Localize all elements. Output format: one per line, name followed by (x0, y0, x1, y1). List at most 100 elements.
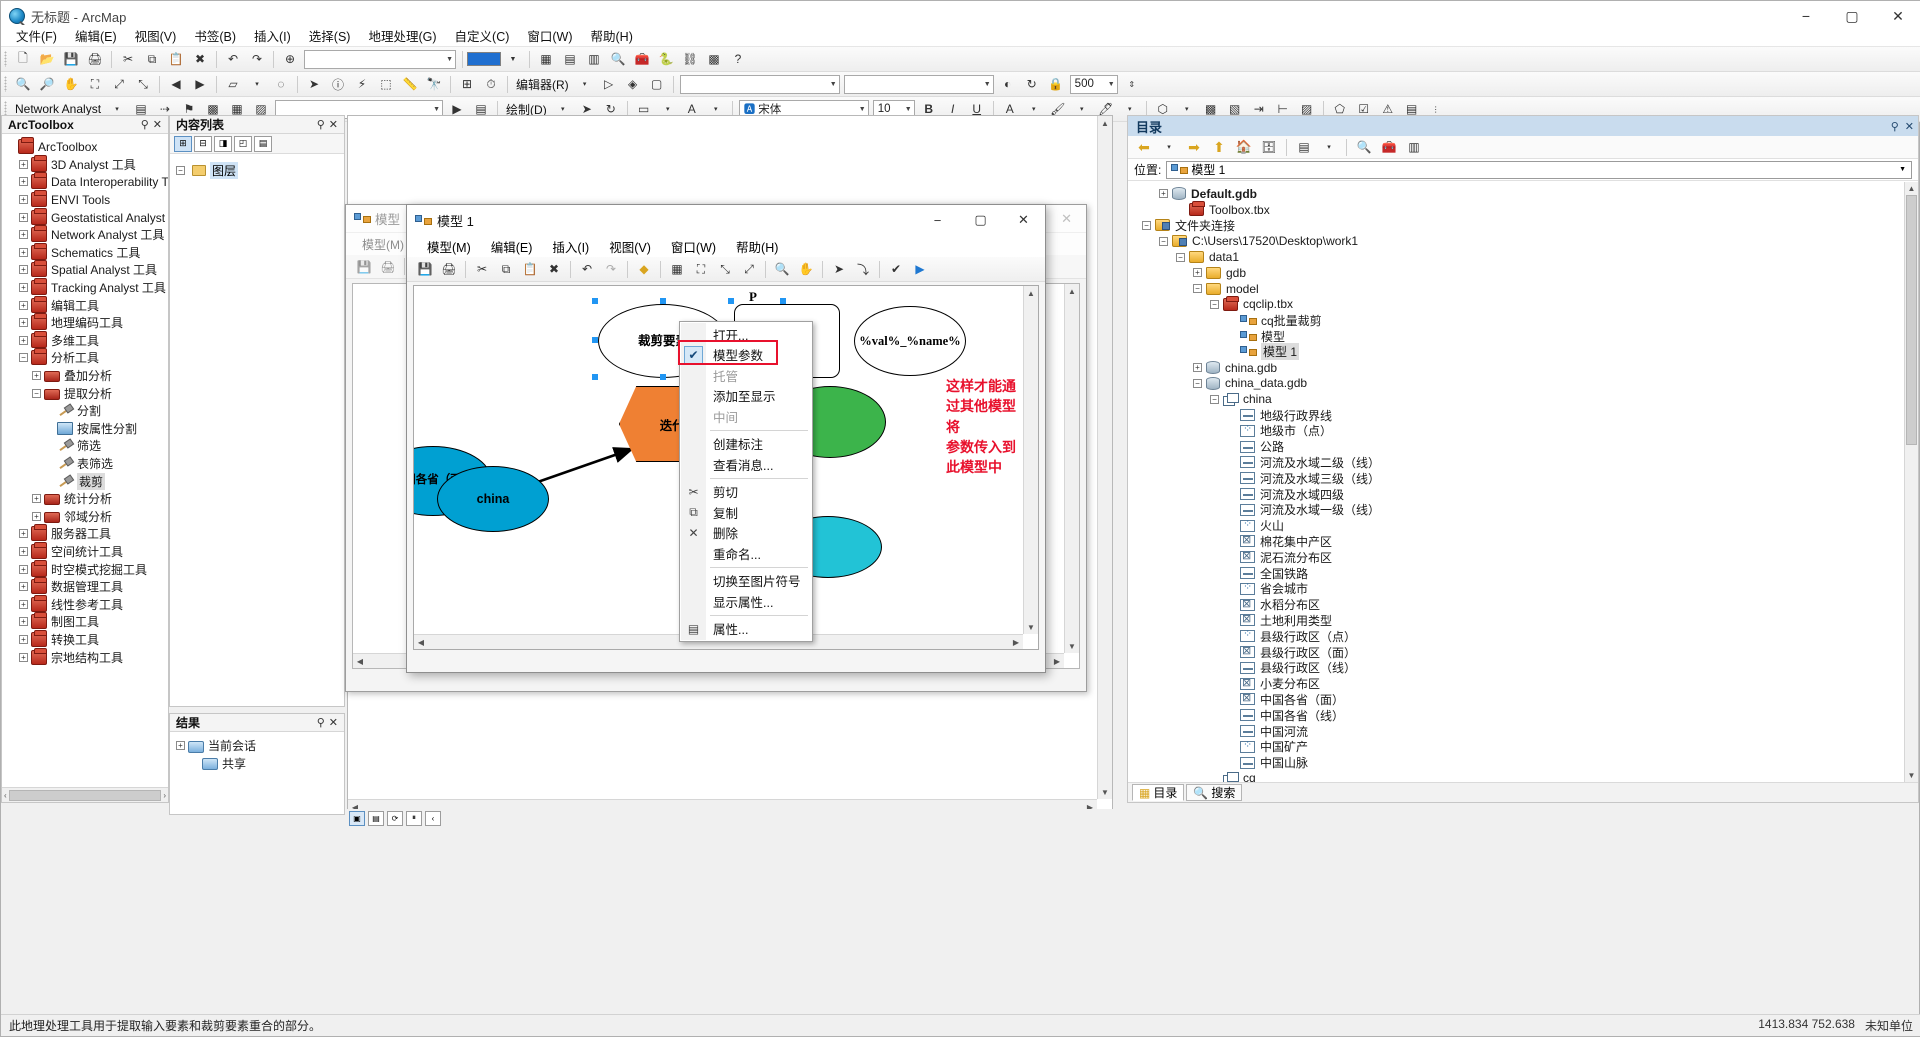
catalog-vscrollbar[interactable]: ▲ ▼ (1904, 182, 1918, 782)
menu-item-5[interactable]: 选择(S) (300, 24, 360, 47)
zoom-out-icon[interactable]: 🔎 (36, 74, 58, 95)
modelbuilder-icon[interactable]: ⛓ (679, 49, 701, 70)
expander-icon[interactable]: + (1193, 363, 1202, 373)
toolbox-tree-item[interactable]: − 分析工具 (2, 348, 168, 367)
selection-handle[interactable] (592, 337, 598, 343)
copy-icon[interactable]: ⧉ (495, 259, 517, 280)
toolbar-grip[interactable] (4, 51, 7, 67)
refresh-view-button[interactable]: ⟳ (387, 810, 403, 826)
catalog-tree-item[interactable]: 泥石流分布区 (1136, 549, 1904, 565)
context-menu-item-14[interactable]: 切换至图片符号 (680, 571, 812, 592)
expander-icon[interactable]: − (32, 388, 41, 398)
context-menu-item-15[interactable]: 显示属性... (680, 591, 812, 612)
toolbox-tree-item[interactable]: + 叠加分析 (2, 367, 168, 385)
catalog-tree-item[interactable]: 棉花集中产区 (1136, 533, 1904, 550)
context-menu-item-10[interactable]: ⧉ 复制 (680, 502, 812, 523)
close-icon[interactable]: ✕ (329, 118, 338, 131)
expander-icon[interactable]: + (32, 511, 41, 521)
menu-item-4[interactable]: 插入(I) (245, 24, 300, 47)
home-icon[interactable]: 🏠 (1233, 137, 1255, 158)
toolbox-tree-item[interactable]: +3D Analyst 工具 (2, 154, 168, 174)
toolbox-tree-item[interactable]: + 邻域分析 (2, 507, 168, 525)
toolbox-tree-item[interactable]: 表筛选 (2, 455, 168, 473)
edit-tool-icon[interactable]: ▷ (598, 74, 620, 95)
catalog-tree-item[interactable]: 小麦分布区 (1136, 676, 1904, 692)
toc-tab-2[interactable]: ◨ (214, 135, 232, 152)
python-icon[interactable]: 🐍 (655, 49, 677, 70)
add-data-icon[interactable]: ⊕ (279, 49, 301, 70)
select-features-icon[interactable]: ▱ (222, 74, 244, 95)
context-menu-item-11[interactable]: ✕ 删除 (680, 523, 812, 544)
pin-icon[interactable]: ⚲ (1891, 120, 1899, 133)
color-dropdown-icon[interactable]: ▼ (502, 49, 524, 70)
catalog-tree-item[interactable]: 河流及水域三级（线） (1136, 470, 1904, 486)
new-map-icon[interactable]: 🗋 (12, 49, 34, 70)
expander-icon[interactable]: + (19, 177, 28, 187)
model-back-close-icon[interactable]: ✕ (1061, 211, 1086, 227)
toolbox-tree-item[interactable]: + 宗地结构工具 (2, 647, 168, 666)
transparency-icon[interactable]: ◐ (997, 74, 1019, 95)
time-slider-icon[interactable]: ⏱ (480, 74, 502, 95)
model-maximize-button[interactable]: ▢ (959, 205, 1002, 235)
identify-icon[interactable]: ⓘ (327, 74, 349, 95)
catalog-tree-item[interactable]: − C:\Users\17520\Desktop\work1 (1136, 233, 1904, 249)
hyperlink-icon[interactable]: ⚡ (351, 74, 373, 95)
model-menu-item-4[interactable]: 窗口(W) (661, 236, 726, 257)
open-icon[interactable]: 📂 (36, 49, 58, 70)
model-element-context-menu[interactable]: 打开... ✔ 模型参数 托管 添加至显示 中间 创建标注 查看消息... ✂ 剪切 ⧉ 复制 ✕ 删除重… (679, 321, 813, 642)
auto-layout-icon[interactable]: ▦ (666, 259, 688, 280)
toolbox-tree-item[interactable]: + 统计分析 (2, 490, 168, 508)
catalog-tree-item[interactable]: 县级行政区（线） (1136, 660, 1904, 676)
zoom-out-icon[interactable]: ⤡ (714, 259, 736, 280)
paste-icon[interactable]: 📋 (519, 259, 541, 280)
expander-icon[interactable]: + (19, 300, 28, 310)
catalog-tree-item[interactable]: 中国各省（线） (1136, 707, 1904, 723)
pin-icon[interactable]: ⚲ (317, 716, 325, 729)
context-menu-item-12[interactable]: 重命名... (680, 543, 812, 564)
contents-dropdown-icon[interactable]: ▾ (1318, 137, 1340, 158)
grid-icon[interactable]: ▩ (703, 49, 725, 70)
toolbox-tree-item[interactable]: + 多维工具 (2, 330, 168, 350)
go-next-extent-icon[interactable]: ▶ (189, 74, 211, 95)
catalog-tree-item[interactable]: 中国河流 (1136, 723, 1904, 739)
fixed-zoom-in-icon[interactable]: ⤢ (108, 74, 130, 95)
previous-view-button[interactable]: ‹ (425, 810, 441, 826)
expander-icon[interactable]: − (1193, 284, 1202, 294)
save-icon[interactable]: 💾 (414, 259, 436, 280)
catalog-tree-item[interactable]: − cqclip.tbx (1136, 295, 1904, 313)
toggle-contents-panel-icon[interactable]: ▤ (1293, 137, 1315, 158)
toolbox-tree-item[interactable]: 裁剪 (2, 472, 168, 490)
context-menu-item-17[interactable]: ▤ 属性... (680, 619, 812, 640)
delete-icon[interactable]: ✖ (543, 259, 565, 280)
results-tree[interactable]: + 当前会话 共享 (170, 732, 344, 777)
undo-icon[interactable]: ↶ (576, 259, 598, 280)
zoom-in-icon[interactable]: ⤢ (738, 259, 760, 280)
toolbox-tree-item[interactable]: + 数据管理工具 (2, 577, 168, 596)
toolbox-tree-item[interactable]: + Data Interoperability Too (2, 172, 168, 191)
measure-icon[interactable]: 📏 (399, 74, 421, 95)
menu-item-6[interactable]: 地理处理(G) (359, 24, 445, 47)
expander-icon[interactable]: − (1176, 252, 1185, 262)
zoom-tool-icon[interactable]: 🔍 (771, 259, 793, 280)
catalog-tree-item[interactable]: 火山 (1136, 517, 1904, 534)
catalog-tree-item[interactable]: cq批量裁剪 (1136, 312, 1904, 328)
menu-item-7[interactable]: 自定义(C) (446, 24, 519, 47)
toc-tab-4[interactable]: ▤ (254, 135, 272, 152)
model-close-button[interactable]: ✕ (1002, 205, 1045, 235)
location-combo[interactable]: 模型 1 ▼ (1166, 160, 1912, 179)
toolbox-tree-item[interactable]: + Network Analyst 工具 (2, 225, 168, 244)
selection-handle[interactable] (728, 298, 734, 304)
tab-catalog[interactable]: ▦ 目录 (1132, 784, 1185, 801)
catalog-tree-item[interactable]: + gdb (1136, 265, 1904, 281)
menu-item-9[interactable]: 帮助(H) (582, 24, 642, 47)
close-icon[interactable]: ✕ (153, 118, 162, 131)
catalog-tree-item[interactable]: 县级行政区（面） (1136, 644, 1904, 660)
model-menu-item-2[interactable]: 插入(I) (542, 236, 599, 257)
selection-handle[interactable] (660, 298, 666, 304)
select-dropdown-icon[interactable]: ▾ (246, 74, 268, 95)
toolbox-tree-item[interactable]: + ENVI Tools (2, 190, 168, 209)
context-menu-item-6[interactable]: 创建标注 (680, 434, 812, 455)
context-menu-item-3[interactable]: 添加至显示 (680, 386, 812, 407)
undo-icon[interactable]: ↶ (222, 49, 244, 70)
catalog-tree-item[interactable]: − china (1136, 391, 1904, 407)
